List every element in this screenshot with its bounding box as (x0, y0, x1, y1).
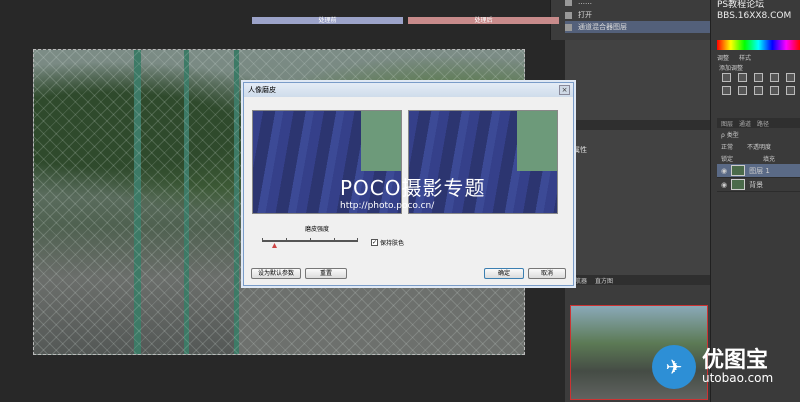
cancel-button[interactable]: 取消 (528, 268, 566, 279)
site-watermark: PS教程论坛 BBS.16XX8.COM (717, 0, 791, 22)
poco-url: http://photo.poco.cn/ (340, 201, 435, 211)
history-item-channel-mixer[interactable]: 通道混合器图层 (565, 21, 711, 33)
brand-domain: utobao.com (702, 371, 774, 385)
layer-name: 背景 (749, 180, 764, 189)
history-item-label: 打开 (578, 11, 592, 19)
history-snapshot-icon (565, 0, 572, 6)
history-top-label: …… (578, 0, 592, 6)
brightness-icon[interactable] (722, 73, 731, 82)
add-adjustment-label: 添加调整 (719, 65, 744, 72)
bird-logo-icon: ✈ (652, 345, 696, 389)
history-open-icon (565, 11, 572, 19)
navigator-tabbar: 导航器 直方图 (565, 275, 710, 285)
color-balance-icon[interactable] (722, 86, 731, 95)
layer-thumbnail (731, 179, 746, 190)
ok-button[interactable]: 确定 (484, 268, 524, 279)
strength-label: 磨皮强度 (305, 226, 330, 233)
layers-tabbar: 图层 通道 路径 (717, 118, 800, 128)
reset-button[interactable]: 重置 (305, 268, 347, 279)
layer-thumbnail (731, 165, 746, 176)
close-button[interactable]: × (559, 85, 570, 95)
channel-mixer-icon[interactable] (770, 86, 779, 95)
layer-row[interactable]: ◉ 背景 (717, 178, 800, 192)
photo-filter-icon[interactable] (754, 86, 763, 95)
poco-overlay: POCO摄影专题 http://photo.poco.cn/ (340, 172, 486, 211)
keep-skin-color-checkbox[interactable]: ✓ 保持肤色 (371, 238, 404, 247)
history-item-label: 通道混合器图层 (578, 23, 627, 31)
site-watermark-line1: PS教程论坛 (717, 0, 765, 10)
keep-skin-color-label: 保持肤色 (380, 240, 405, 247)
exposure-icon[interactable] (770, 73, 779, 82)
black-white-icon[interactable] (738, 86, 747, 95)
history-item-open[interactable]: 打开 (565, 9, 711, 21)
color-swatch-strip[interactable] (717, 40, 800, 50)
dialog-titlebar[interactable]: 人像磨皮 (244, 83, 573, 97)
background-foliage (361, 111, 401, 171)
lock-label: 锁定 (721, 155, 734, 163)
layer-row[interactable]: ◉ 图层 1 (717, 164, 800, 178)
tab-adjustments[interactable]: 调整 (717, 53, 729, 62)
layer-lock-row: 锁定 填充 (717, 152, 800, 164)
before-header: 处理前 (252, 17, 403, 24)
tab-channels[interactable]: 通道 (739, 119, 751, 128)
adjustment-icons (722, 73, 800, 95)
fill-label: 填充 (763, 155, 776, 163)
slider-tick (286, 238, 287, 242)
eye-icon[interactable]: ◉ (721, 181, 727, 189)
history-item[interactable]: …… (565, 0, 711, 8)
levels-icon[interactable] (738, 73, 747, 82)
lookup-icon[interactable] (786, 86, 795, 95)
tab-layers[interactable]: 图层 (721, 119, 733, 128)
background-foliage (517, 111, 557, 171)
slider-tick (357, 238, 358, 242)
tab-histogram[interactable]: 直方图 (595, 276, 613, 285)
layer-kind-filter[interactable]: ρ 类型 (717, 128, 800, 140)
set-default-button[interactable]: 设为默认参数 (251, 268, 301, 279)
after-header: 处理后 (408, 17, 559, 24)
blend-mode-select[interactable]: 正常 (721, 142, 733, 151)
brand-name: 优图宝 (702, 348, 769, 373)
tab-paths[interactable]: 路径 (757, 119, 769, 128)
eye-icon[interactable]: ◉ (721, 167, 727, 175)
layer-blend-row: 正常 不透明度 (717, 140, 800, 152)
adjustments-tabs: 调整 样式 (717, 53, 751, 62)
vibrance-icon[interactable] (786, 73, 795, 82)
history-layer-icon (565, 23, 572, 31)
poco-brand: POCO摄影专题 (340, 176, 486, 200)
dialog-title: 人像磨皮 (248, 86, 276, 94)
slider-tick (334, 238, 335, 242)
history-panel: …… 打开 通道混合器图层 (550, 0, 711, 40)
brand-watermark: ✈ 优图宝 utobao.com (652, 345, 773, 389)
site-watermark-line2: BBS.16XX8.COM (717, 11, 792, 21)
photoshop-window: …… 打开 通道混合器图层 属性 PS教程论坛 BBS.16XX8.COM 调整… (0, 0, 800, 402)
properties-title: 属性 (573, 146, 587, 154)
slider-tick (262, 238, 263, 242)
curves-icon[interactable] (754, 73, 763, 82)
tab-styles[interactable]: 样式 (739, 53, 751, 62)
properties-tabbar (565, 120, 710, 130)
layer-kind-label: ρ 类型 (721, 131, 739, 139)
opacity-label: 不透明度 (747, 143, 772, 151)
layers-panel: 图层 通道 路径 ρ 类型 正常 不透明度 锁定 填充 ◉ 图层 1 ◉ 背景 (717, 118, 800, 278)
checkbox-box[interactable]: ✓ (371, 239, 378, 246)
slider-tick (310, 238, 311, 242)
layer-name: 图层 1 (749, 166, 770, 175)
